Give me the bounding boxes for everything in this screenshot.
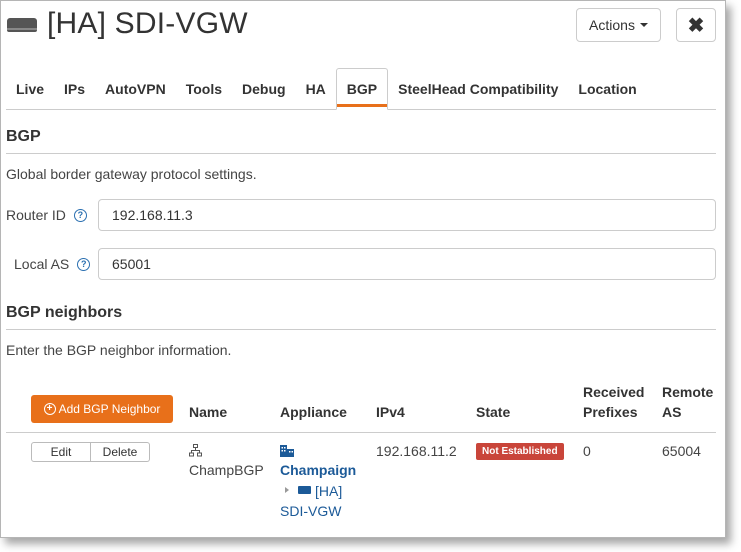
column-header-received-prefixes[interactable]: Received Prefixes	[583, 382, 644, 422]
column-header-remote-as[interactable]: Remote AS	[662, 382, 713, 422]
local-as-label: Local AS	[14, 256, 70, 272]
neighbor-ipv4: 192.168.11.2	[376, 443, 457, 459]
appliance-icon	[7, 14, 37, 34]
router-id-label-group: Router ID ?	[6, 207, 87, 223]
column-header-state[interactable]: State	[476, 402, 510, 422]
appliance-link-line1[interactable]: [HA]	[315, 483, 342, 499]
building-icon	[280, 445, 294, 457]
bgp-neighbors-title: BGP neighbors	[6, 304, 123, 321]
row-actions: Edit Delete	[31, 442, 150, 462]
dialog-header: [HA] SDI-VGW Actions ✖	[1, 1, 725, 57]
divider	[6, 153, 716, 154]
router-id-label: Router ID	[6, 207, 66, 223]
tab-bar: Live IPs AutoVPN Tools Debug HA BGP Stee…	[6, 68, 716, 110]
appliance-link-line2[interactable]: SDI-VGW	[280, 503, 341, 519]
edit-button[interactable]: Edit	[31, 442, 91, 462]
status-badge: Not Established	[476, 443, 564, 460]
column-header-ipv4[interactable]: IPv4	[376, 402, 405, 422]
appliance-icon	[298, 486, 311, 494]
network-icon	[189, 444, 202, 457]
tab-ha[interactable]: HA	[296, 68, 336, 109]
table-header-divider	[6, 432, 716, 433]
router-id-input[interactable]	[98, 199, 716, 231]
tab-live[interactable]: Live	[6, 68, 54, 109]
neighbor-name: ChampBGP	[189, 462, 264, 478]
bgp-neighbors-description: Enter the BGP neighbor information.	[6, 342, 232, 358]
column-header-remote-as-line2: AS	[662, 404, 682, 420]
title-area: [HA] SDI-VGW	[7, 7, 248, 41]
received-prefixes-value: 0	[583, 443, 591, 459]
caret-down-icon	[639, 23, 648, 27]
tab-debug[interactable]: Debug	[232, 68, 296, 109]
divider	[6, 329, 716, 330]
add-bgp-neighbor-label: Add BGP Neighbor	[58, 402, 161, 416]
local-as-input[interactable]	[98, 248, 716, 280]
close-button[interactable]: ✖	[676, 8, 716, 42]
tab-location[interactable]: Location	[568, 68, 646, 109]
close-icon: ✖	[687, 14, 705, 37]
column-header-name[interactable]: Name	[189, 402, 227, 422]
bgp-description: Global border gateway protocol settings.	[6, 166, 257, 182]
tab-ips[interactable]: IPs	[54, 68, 95, 109]
local-as-label-group: Local AS ?	[14, 256, 91, 272]
bgp-section-title: BGP	[6, 128, 41, 145]
column-header-appliance[interactable]: Appliance	[280, 402, 347, 422]
add-bgp-neighbor-button[interactable]: + Add BGP Neighbor	[31, 395, 173, 423]
remote-as-value: 65004	[662, 443, 701, 459]
column-header-received-prefixes-line1: Received	[583, 384, 645, 400]
page-title: [HA] SDI-VGW	[47, 7, 248, 40]
tab-steelhead-compatibility[interactable]: SteelHead Compatibility	[388, 68, 568, 109]
column-header-received-prefixes-line2: Prefixes	[583, 404, 638, 420]
tab-autovpn[interactable]: AutoVPN	[95, 68, 176, 109]
expand-arrow-icon[interactable]	[285, 487, 289, 493]
plus-circle-icon: +	[43, 403, 56, 415]
actions-dropdown-button[interactable]: Actions	[576, 8, 661, 42]
tab-bgp[interactable]: BGP	[335, 68, 389, 110]
actions-label: Actions	[589, 17, 635, 33]
help-icon[interactable]: ?	[77, 257, 91, 271]
help-icon[interactable]: ?	[73, 208, 87, 222]
tab-tools[interactable]: Tools	[176, 68, 232, 109]
delete-button[interactable]: Delete	[91, 442, 150, 462]
column-header-remote-as-line1: Remote	[662, 384, 714, 400]
dialog-window: [HA] SDI-VGW Actions ✖ Live IPs AutoVPN …	[0, 0, 726, 538]
site-link[interactable]: Champaign	[280, 462, 356, 478]
